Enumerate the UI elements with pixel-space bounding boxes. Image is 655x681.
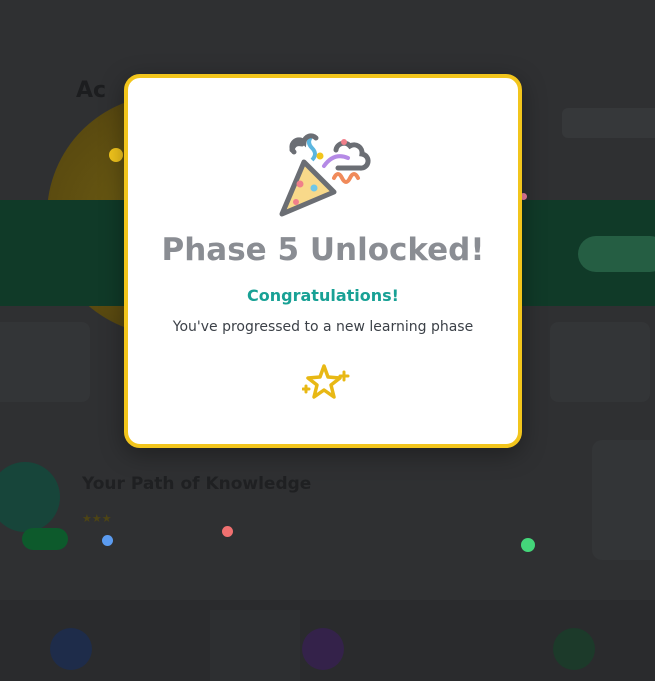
background-nav-trophy-icon (553, 628, 595, 670)
confetti-dot (102, 535, 113, 546)
confetti-dot (109, 148, 123, 162)
background-nav-home-icon (50, 628, 92, 670)
sparkles-icon (302, 364, 350, 399)
background-side-card (592, 440, 655, 560)
background-nav-slot (210, 610, 300, 681)
confetti-dot (222, 526, 233, 537)
party-popper-icon (279, 133, 371, 217)
modal-title: Phase 5 Unlocked! (161, 232, 485, 268)
background-achievement-title: Your Path of Knowledge (82, 474, 312, 494)
background-heading: Ac (76, 78, 107, 103)
background-stat-card (550, 322, 650, 402)
background-stat-card (0, 322, 90, 402)
phase-unlocked-modal[interactable]: Phase 5 Unlocked! Congratulations! You'v… (124, 74, 522, 448)
background-achievement-badge (22, 528, 68, 550)
background-nav-book-icon (302, 628, 344, 670)
confetti-dot (521, 538, 535, 552)
background-achievement-stars: ★★★ (82, 512, 112, 525)
background-top-right-control (562, 108, 655, 138)
modal-message: You've progressed to a new learning phas… (172, 319, 474, 335)
modal-subtitle: Congratulations! (247, 286, 399, 305)
background-banner-button (578, 236, 655, 272)
